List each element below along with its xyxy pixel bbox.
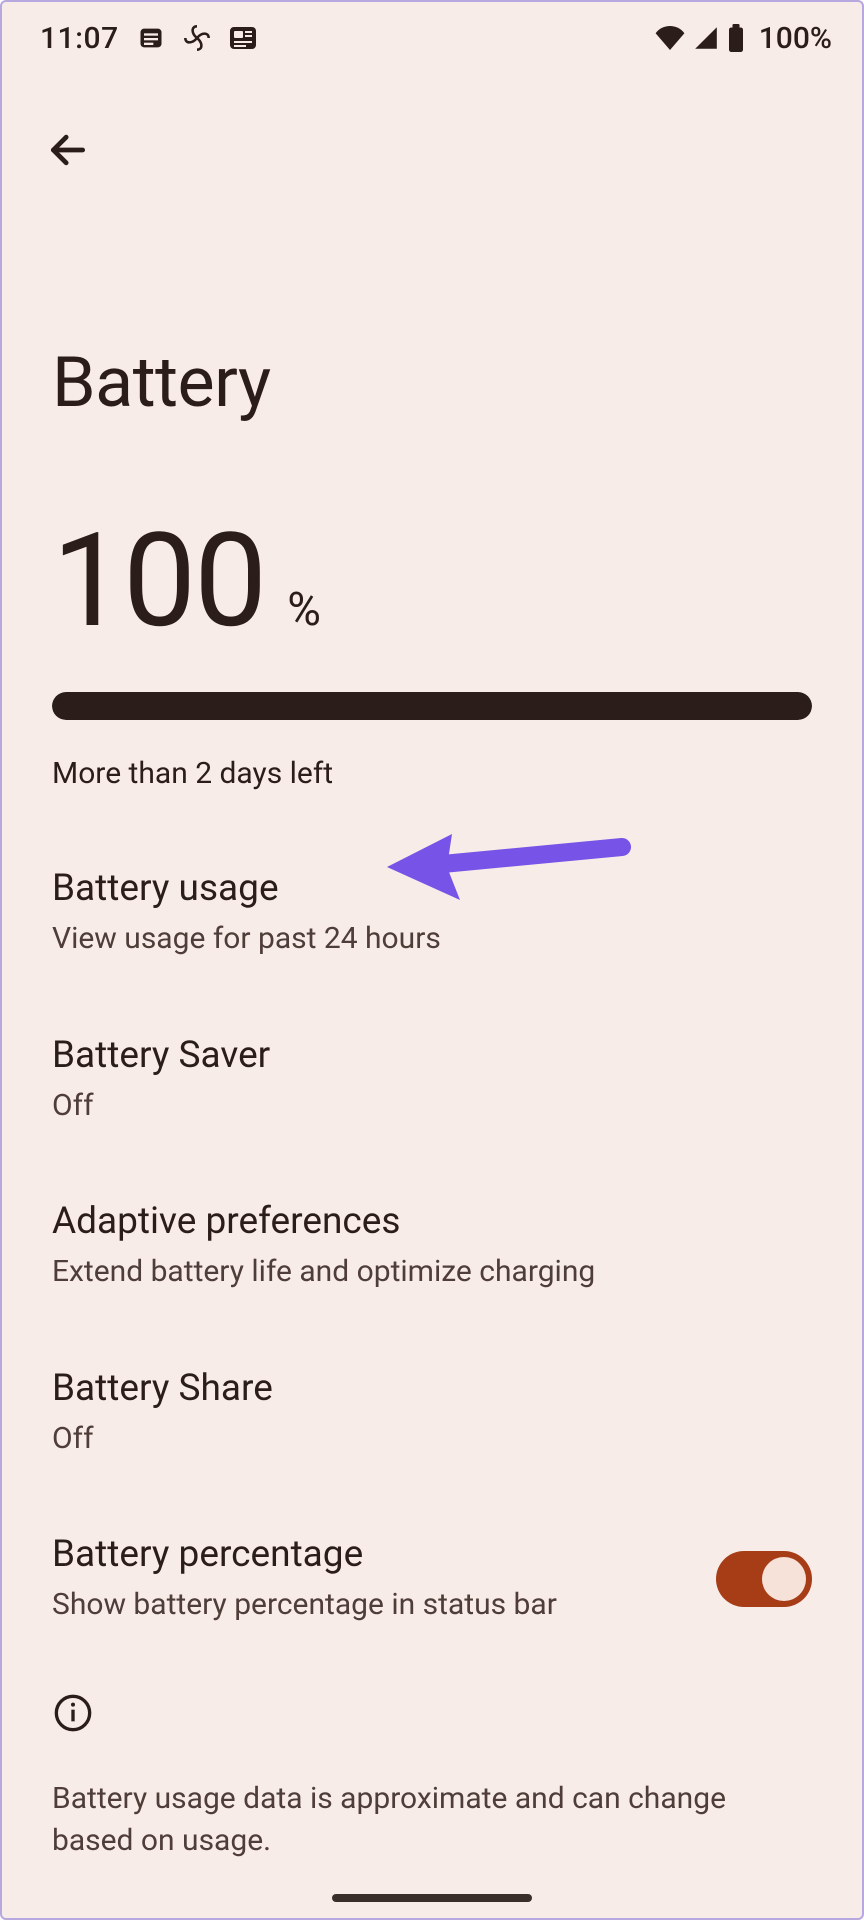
row-battery-percentage[interactable]: Battery percentage Show battery percenta… xyxy=(2,1495,862,1662)
row-title: Adaptive preferences xyxy=(52,1198,595,1246)
battery-progress-fill xyxy=(52,692,812,720)
wifi-icon xyxy=(655,26,685,50)
cellular-icon xyxy=(693,26,719,50)
row-subtitle: Off xyxy=(52,1086,270,1127)
row-subtitle: Extend battery life and optimize chargin… xyxy=(52,1252,595,1293)
battery-hero: 100 % More than 2 days left xyxy=(2,424,862,791)
toolbar xyxy=(2,74,862,190)
battery-icon xyxy=(727,24,745,52)
row-adaptive-preferences[interactable]: Adaptive preferences Extend battery life… xyxy=(2,1162,862,1329)
back-button[interactable] xyxy=(38,120,98,180)
page-title: Battery xyxy=(2,190,862,424)
row-title: Battery usage xyxy=(52,865,441,913)
battery-level: 100 % xyxy=(52,516,812,646)
status-battery-pct: 100% xyxy=(759,21,832,56)
pinwheel-icon xyxy=(183,24,211,52)
battery-level-value: 100 xyxy=(52,516,265,646)
row-battery-share[interactable]: Battery Share Off xyxy=(2,1329,862,1496)
battery-percentage-toggle[interactable] xyxy=(716,1551,812,1607)
footer-text: Battery usage data is approximate and ca… xyxy=(52,1778,812,1862)
row-title: Battery percentage xyxy=(52,1531,557,1579)
row-battery-saver[interactable]: Battery Saver Off xyxy=(2,996,862,1163)
toggle-knob xyxy=(762,1557,806,1601)
row-title: Battery Saver xyxy=(52,1032,270,1080)
message-icon xyxy=(137,24,165,52)
battery-level-unit: % xyxy=(287,583,321,637)
battery-progress-bar xyxy=(52,692,812,720)
news-icon xyxy=(229,26,257,50)
footer-note: Battery usage data is approximate and ca… xyxy=(2,1662,862,1862)
status-bar-right: 100% xyxy=(655,21,832,56)
row-subtitle: Off xyxy=(52,1419,273,1460)
status-bar-left: 11:07 xyxy=(40,21,257,56)
settings-list: Battery usage View usage for past 24 hou… xyxy=(2,791,862,1662)
battery-time-remaining: More than 2 days left xyxy=(52,756,812,791)
status-bar: 11:07 100% xyxy=(2,2,862,74)
status-time: 11:07 xyxy=(40,21,119,56)
row-subtitle: View usage for past 24 hours xyxy=(52,919,441,960)
row-battery-usage[interactable]: Battery usage View usage for past 24 hou… xyxy=(2,829,862,996)
info-icon xyxy=(52,1692,94,1734)
row-title: Battery Share xyxy=(52,1365,273,1413)
row-subtitle: Show battery percentage in status bar xyxy=(52,1585,557,1626)
screen-root: 11:07 100% xyxy=(0,0,864,1920)
navigation-handle[interactable] xyxy=(332,1894,532,1902)
